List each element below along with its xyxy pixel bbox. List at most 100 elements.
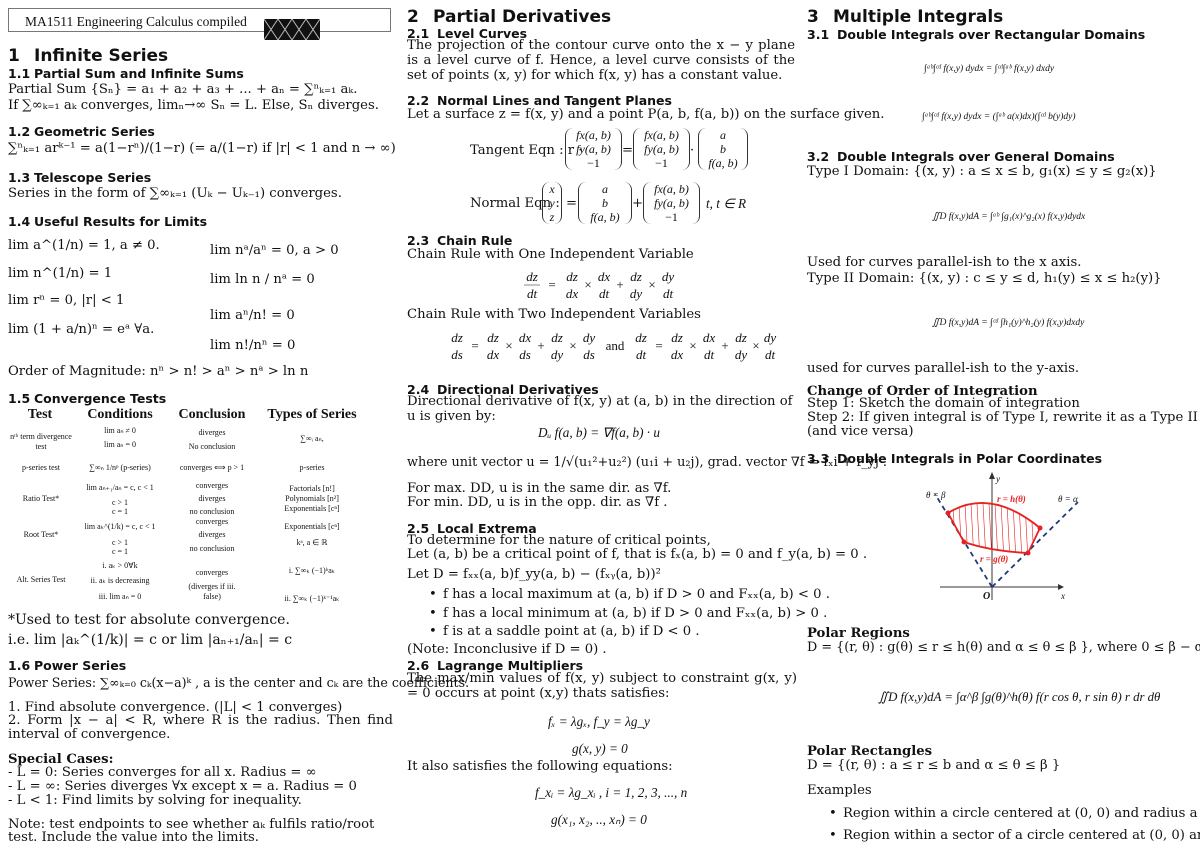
- power-series-note: Note: test endpoints to see whether aₖ f…: [8, 817, 375, 845]
- polar-rectangles-definition: D = {(r, θ) : a ≤ r ≤ b and α ≤ θ ≤ β }: [807, 758, 1061, 773]
- section-2-3-heading: 2.3 Chain Rule: [407, 233, 513, 248]
- svg-text:ds: ds: [583, 347, 595, 362]
- test-conclusion: converges ⟺ p > 1: [179, 463, 245, 472]
- origin-label: O: [983, 591, 990, 602]
- chain-rule-one-var-label: Chain Rule with One Independent Variable: [407, 247, 694, 262]
- tangent-plane-intro: Let a surface z = f(x, y) and a point P(…: [407, 107, 885, 122]
- type-2-domain: Type II Domain: {(x, y) : c ≤ y ≤ d, h₁(…: [807, 271, 1162, 286]
- order-of-magnitude: Order of Magnitude: nⁿ > n! > aⁿ > nᵃ > …: [8, 364, 309, 379]
- svg-text:dz: dz: [566, 269, 578, 284]
- limit-result: lim n^(1/n) = 1: [8, 266, 113, 281]
- power-series-definition: Power Series: ∑∞ₖ₌₀ cₖ(x−a)ᵏ , a is the …: [8, 675, 470, 690]
- type-1-integral: ∬D f(x,y)dA = ∫ᵃᵇ ∫g₁(x)^g₂(x) f(x,y)dyd…: [932, 212, 1086, 222]
- chain-rule-two-var-formula: dz ds = dz dx × dx ds + dz dy × dy ds and dz d…: [451, 330, 759, 362]
- y-axis-label: y: [995, 474, 1000, 484]
- series-type: Factorials [n!]: [289, 484, 335, 493]
- series-type: kᵃ, a ∈ ℝ: [296, 538, 328, 547]
- region-corner-point: [945, 510, 951, 516]
- svg-text:dx: dx: [487, 347, 500, 362]
- section-1-3-heading: 1.3 Telescope Series: [8, 170, 152, 185]
- svg-text:ds: ds: [519, 347, 531, 362]
- series-type: Polynomials [n²]: [285, 494, 339, 503]
- change-of-order-step-1: Step 1: Sketch the domain of integration: [807, 396, 1080, 411]
- general-constraint-equation: g(x₁, x₂, .., xₙ) = 0: [551, 812, 647, 827]
- telescope-series-text: Series in the form of ∑∞ₖ₌₁ (Uₖ − Uₖ₋₁) …: [8, 186, 342, 201]
- x-axis-label: x: [1060, 591, 1065, 601]
- equals-sign: =: [622, 143, 634, 158]
- theta-beta-label: θ = β: [926, 490, 946, 500]
- svg-text:dz: dz: [630, 269, 642, 284]
- svg-text:×: ×: [584, 277, 591, 292]
- test-conclusion: no conclusion: [189, 507, 235, 516]
- critical-point-definition: Let (a, b) be a critical point of f, tha…: [407, 547, 868, 562]
- region-hatching: [948, 485, 1052, 560]
- dot-operator: ·: [690, 143, 695, 158]
- series-type: Exponentials [cⁿ]: [284, 504, 340, 513]
- gradient-vector: fx(a, b) fy(a, b) −1: [565, 128, 622, 170]
- test-condition: lim aₙ₊₁/aₙ = c, c < 1: [86, 483, 154, 492]
- examples-title: Examples: [807, 783, 872, 798]
- local-extrema-intro: To determine for the nature of critical …: [407, 533, 711, 548]
- hatch-line: [1048, 485, 1052, 560]
- table-header: Types of Series: [267, 407, 357, 422]
- test-conclusion: No conclusion: [188, 442, 236, 451]
- section-1-4-heading: 1.4 Useful Results for Limits: [8, 214, 208, 229]
- svg-text:dz: dz: [735, 330, 747, 345]
- test-name: Alt. Series Test: [16, 575, 66, 584]
- limit-result: lim aⁿ/n! = 0: [210, 308, 295, 323]
- svg-text:=: =: [655, 338, 662, 353]
- svg-text:dx: dx: [566, 286, 579, 301]
- section-2-heading: 2 Partial Derivatives: [407, 7, 612, 27]
- polar-region-diagram: θ = β θ = α r = h(θ) r = g(θ) O x y: [926, 472, 1079, 602]
- test-conclusion: converges: [195, 481, 229, 490]
- series-type: ∑∞ᵢ aₙ,: [300, 434, 324, 443]
- section-1-1-heading: 1.1 Partial Sum and Infinite Sums: [8, 66, 244, 81]
- svg-text:dx: dx: [671, 347, 684, 362]
- test-conclusion: (diverges if iii. false): [188, 582, 236, 601]
- type-1-note: Used for curves parallel-ish to the x ax…: [807, 255, 1082, 270]
- series-type: ii. ∑∞ₖ (−1)ᵏ⁻¹aₖ: [284, 594, 340, 603]
- hatch-line: [948, 502, 951, 553]
- rectangular-separable-equation: ∫ᵃᵇ∫ᶜᵈ f(x,y) dydx = (∫ᵃᵇ a(x)dx)(∫ᶜᵈ b(…: [922, 112, 1076, 122]
- y-axis-arrow-icon: [989, 472, 995, 479]
- position-vector: xyz: [542, 182, 562, 224]
- lagrange-equation: fₓ = λgₓ, f_y = λg_y: [548, 714, 650, 729]
- point-vector: a b f(a, b): [578, 182, 632, 224]
- table-header: Conditions: [87, 407, 153, 422]
- svg-text:dt: dt: [704, 347, 715, 362]
- section-1-5-heading: 1.5 Convergence Tests: [8, 391, 167, 406]
- theta-alpha-label: θ = α: [1058, 494, 1078, 504]
- svg-text:ds: ds: [451, 347, 463, 362]
- hatch-line: [963, 502, 969, 553]
- list-item: Region within a circle centered at (0, 0…: [829, 806, 1197, 822]
- rectangular-fubini-equation: ∫ᵃᵇ∫ᶜᵈ f(x,y) dydx = ∫ᶜᵈ∫ᵃᵇ f(x,y) dxdy: [924, 64, 1055, 74]
- power-series-step-2: 2. Form |x − a| < R, where R is the radi…: [8, 713, 393, 742]
- type-1-domain: Type I Domain: {(x, y) : a ≤ x ≤ b, g₁(x…: [807, 164, 1157, 179]
- hatch-line: [981, 502, 987, 553]
- svg-text:dy: dy: [583, 330, 596, 345]
- max-dd-note: For max. DD, u is in the same dir. as ∇f…: [407, 481, 672, 496]
- svg-text:dy: dy: [735, 347, 748, 362]
- gradient-vector: fx(a, b) fy(a, b) −1: [633, 128, 690, 170]
- document-title: MA1511 Engineering Calculus compiled: [25, 14, 247, 29]
- list-item: f has a local maximum at (a, b) if D > 0…: [429, 587, 830, 603]
- geometric-series-formula: ∑ⁿₖ₌₁ arᵏ⁻¹ = a(1−rⁿ)/(1−r) (= a/(1−r) i…: [8, 141, 396, 156]
- test-conclusion: converges: [195, 517, 229, 526]
- level-curves-text: The projection of the contour curve onto…: [407, 38, 795, 83]
- chain-rule-two-var-formula-tail: dy dt: [764, 330, 777, 362]
- lagrange-also-text: It also satisfies the following equation…: [407, 759, 673, 774]
- polar-integral-formula: ∬D f(x,y)dA = ∫α^β ∫g(θ)^h(θ) f(r cos θ,…: [878, 690, 1161, 704]
- svg-text:×: ×: [505, 338, 512, 353]
- svg-text:dz: dz: [635, 330, 647, 345]
- direction-vector: fx(a, b) fy(a, b) −1: [643, 182, 700, 224]
- normal-eqn-parameter: t, t ∈ R: [706, 196, 747, 211]
- section-3-1-heading: 3.1 Double Integrals over Rectangular Dom…: [807, 27, 1146, 42]
- svg-text:+: +: [616, 277, 623, 292]
- region-corner-point: [961, 539, 967, 545]
- test-conclusion: converges: [195, 568, 229, 577]
- section-3-3-heading: 3.3 Double Integrals in Polar Coordinates: [807, 451, 1103, 466]
- test-condition: c = 1: [111, 547, 129, 556]
- limit-result: lim ln n / nᵃ = 0: [210, 272, 315, 287]
- test-conclusion: diverges: [198, 428, 226, 437]
- lagrange-text: The max/min values of f(x, y) subject to…: [407, 671, 797, 701]
